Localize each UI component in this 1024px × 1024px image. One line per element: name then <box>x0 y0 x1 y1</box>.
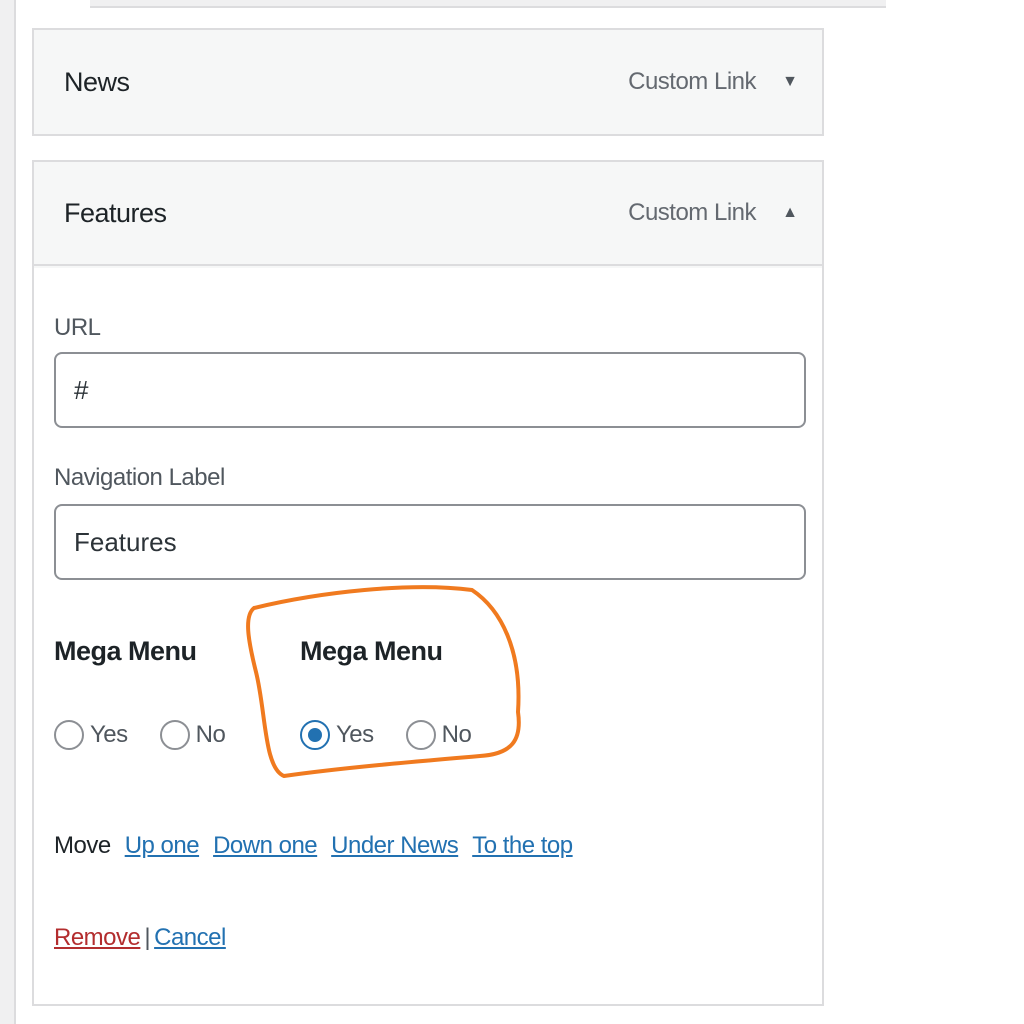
mega-menu-radio-group-highlighted: Yes No <box>300 720 503 750</box>
separator: | <box>144 924 151 951</box>
menu-item-handle[interactable]: News Custom Link ▼ <box>34 30 822 134</box>
move-up-one-link[interactable]: Up one <box>125 832 200 860</box>
caret-up-icon[interactable]: ▲ <box>782 204 798 222</box>
url-input[interactable] <box>54 352 806 428</box>
menu-item-handle[interactable]: Features Custom Link ▲ <box>34 162 822 266</box>
menu-item-features: Features Custom Link ▲ URL Navigation La… <box>32 160 824 1006</box>
navigation-label-label: Navigation Label <box>54 464 225 491</box>
radio-circle-icon[interactable] <box>159 720 190 750</box>
move-to-top-link[interactable]: To the top <box>472 832 573 860</box>
item-actions: Remove | Cancel <box>54 924 226 952</box>
previous-panel-edge <box>90 0 886 8</box>
mega-menu-no-radio[interactable]: No <box>405 720 472 750</box>
menu-item-news: News Custom Link ▼ <box>32 28 824 136</box>
radio-circle-icon[interactable] <box>54 720 84 750</box>
radio-label: No <box>195 721 226 748</box>
move-label: Move <box>54 832 111 859</box>
caret-down-icon[interactable]: ▼ <box>782 73 798 91</box>
menu-item-type: Custom Link <box>628 68 756 95</box>
menu-item-title: News <box>64 66 130 97</box>
menu-item-settings: URL Navigation Label Mega Menu Yes No Me… <box>34 268 822 1004</box>
navigation-label-input[interactable] <box>54 504 806 580</box>
mega-menu-radio-group: Yes No <box>54 720 257 750</box>
menu-item-type: Custom Link <box>628 199 756 226</box>
radio-checked-icon[interactable] <box>300 720 330 750</box>
cancel-link[interactable]: Cancel <box>154 924 226 951</box>
radio-label: Yes <box>90 721 128 748</box>
radio-circle-icon[interactable] <box>405 720 436 750</box>
mega-menu-heading: Mega Menu <box>54 636 197 666</box>
radio-label: Yes <box>336 721 374 748</box>
radio-label: No <box>441 721 472 748</box>
move-under-news-link[interactable]: Under News <box>331 832 459 860</box>
move-links: Move Up one Down one Under News To the t… <box>54 832 587 860</box>
url-label: URL <box>54 314 101 341</box>
move-down-one-link[interactable]: Down one <box>213 832 318 860</box>
mega-menu-heading-highlighted: Mega Menu <box>300 636 443 666</box>
remove-link[interactable]: Remove <box>54 924 141 951</box>
admin-sidebar-edge <box>0 0 16 1024</box>
mega-menu-yes-radio[interactable]: Yes <box>54 720 128 750</box>
mega-menu-yes-radio[interactable]: Yes <box>300 720 374 750</box>
menu-item-title: Features <box>64 197 167 228</box>
mega-menu-no-radio[interactable]: No <box>159 720 226 750</box>
